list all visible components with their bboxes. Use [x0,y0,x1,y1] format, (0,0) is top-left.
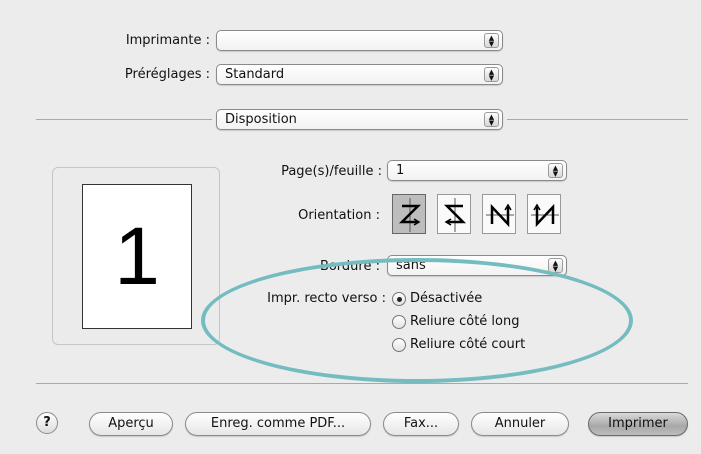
printer-label: Imprimante : [125,33,210,48]
preview-page: 1 [82,184,192,329]
presets-label: Préréglages : [124,67,210,82]
orientation-z-icon [398,198,422,232]
orientation-reverse-z-button[interactable] [437,194,471,234]
pages-per-sheet-popup[interactable]: 1 ▲ ▼ [387,160,567,181]
preview-button[interactable]: Aperçu [89,412,173,436]
save-as-pdf-button[interactable]: Enreg. comme PDF... [185,412,371,436]
popup-arrows-icon: ▲ ▼ [484,67,499,82]
presets-value: Standard [225,67,285,82]
pages-per-sheet-value: 1 [396,163,405,178]
orientation-n-icon [486,203,514,228]
bottom-separator [36,383,688,384]
popup-arrows-icon: ▲ ▼ [484,33,499,48]
print-button[interactable]: Imprimer [588,412,688,436]
printer-popup[interactable]: ▲ ▼ [216,30,503,51]
orientation-reverse-n-button[interactable] [527,194,561,234]
orientation-label: Orientation : [298,208,380,223]
help-button[interactable]: ? [36,412,58,434]
pages-per-sheet-label: Page(s)/feuille : [281,164,382,179]
panel-value: Disposition [225,112,297,127]
popup-arrows-icon: ▲ ▼ [548,163,563,178]
presets-popup[interactable]: Standard ▲ ▼ [216,64,503,85]
fax-button[interactable]: Fax... [383,412,459,436]
separator-left [36,119,212,120]
separator-right [507,119,688,120]
popup-arrows-icon: ▲ ▼ [484,112,499,127]
highlight-oval [201,258,633,383]
orientation-z-button[interactable] [392,194,426,234]
orientation-reverse-n-icon [531,203,559,228]
cancel-button[interactable]: Annuler [471,412,569,436]
panel-popup[interactable]: Disposition ▲ ▼ [216,109,503,130]
orientation-reverse-z-icon [443,198,467,232]
orientation-n-button[interactable] [482,194,516,234]
